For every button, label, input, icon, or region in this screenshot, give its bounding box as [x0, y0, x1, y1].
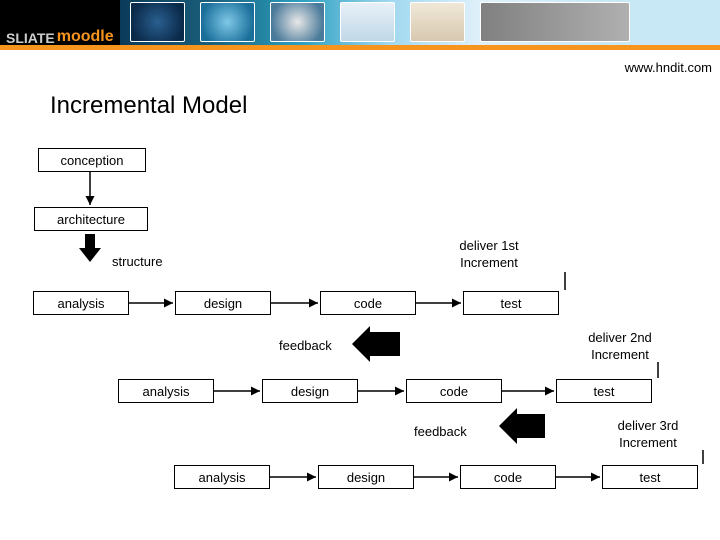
banner-image-strip — [120, 0, 720, 45]
label-deliver-2nd: deliver 2nd Increment — [560, 330, 680, 364]
box-analysis-3: analysis — [174, 465, 270, 489]
logo-text-moodle: moodle — [57, 28, 114, 46]
box-conception: conception — [38, 148, 146, 172]
header-banner: SLIATE moodle — [0, 0, 720, 50]
box-code-2: code — [406, 379, 502, 403]
logo-block: SLIATE moodle — [0, 0, 120, 50]
website-url: www.hndit.com — [625, 60, 712, 75]
box-analysis-1: analysis — [33, 291, 129, 315]
label-structure: structure — [112, 254, 163, 271]
label-deliver-1st: deliver 1st Increment — [429, 238, 549, 272]
box-test-2: test — [556, 379, 652, 403]
logo-text-sliate: SLIATE — [6, 30, 55, 46]
box-design-2: design — [262, 379, 358, 403]
label-feedback-1: feedback — [279, 338, 332, 355]
label-deliver-3rd: deliver 3rd Increment — [588, 418, 708, 452]
page-title: Incremental Model — [50, 92, 247, 120]
box-test-3: test — [602, 465, 698, 489]
box-design-1: design — [175, 291, 271, 315]
label-feedback-2: feedback — [414, 424, 467, 441]
diagram-arrows — [0, 0, 720, 540]
box-analysis-2: analysis — [118, 379, 214, 403]
box-code-3: code — [460, 465, 556, 489]
box-code-1: code — [320, 291, 416, 315]
box-architecture: architecture — [34, 207, 148, 231]
box-design-3: design — [318, 465, 414, 489]
banner-orange-bar — [0, 45, 720, 50]
box-test-1: test — [463, 291, 559, 315]
